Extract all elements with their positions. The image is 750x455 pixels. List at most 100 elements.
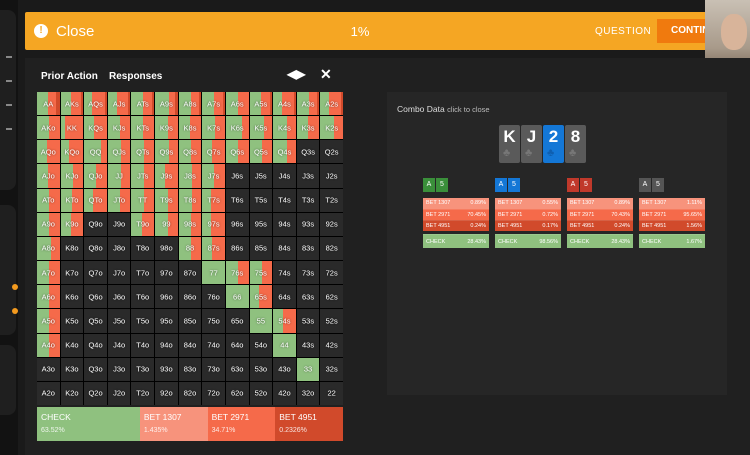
hand-cell[interactable]: 92s <box>320 212 343 236</box>
hand-cell[interactable]: Q2o <box>84 381 107 405</box>
hand-cell[interactable]: T9s <box>155 188 178 212</box>
hand-cell[interactable]: A9o <box>37 212 60 236</box>
hand-cell[interactable]: 98o <box>155 236 178 261</box>
hand-cell[interactable]: 62s <box>320 285 343 309</box>
hand-cell[interactable]: Q3s <box>296 140 320 164</box>
hand-cell[interactable]: 52s <box>320 309 343 333</box>
hand-cell[interactable]: T3o <box>131 357 155 381</box>
legend-item[interactable]: BET 2971 34.71% <box>207 407 276 441</box>
hand-cell[interactable]: A4o <box>37 333 60 357</box>
hand-cell[interactable]: KJs <box>107 116 131 140</box>
hand-cell[interactable]: Q4o <box>84 333 107 357</box>
hand-cell[interactable]: J8s <box>178 164 202 188</box>
rail-bottom-block[interactable] <box>0 345 16 415</box>
hand-cell[interactable]: K2o <box>60 381 84 405</box>
hand-cell[interactable]: K6s <box>225 116 249 140</box>
hand-cell[interactable]: Q4s <box>273 140 296 164</box>
hand-cell[interactable]: 22 <box>320 381 343 405</box>
hand-cell[interactable]: K7o <box>60 261 84 285</box>
hand-cell[interactable]: KJo <box>60 164 84 188</box>
hand-cell[interactable]: J7s <box>202 164 225 188</box>
hand-cell[interactable]: A2o <box>37 381 60 405</box>
hand-cell[interactable]: K7s <box>202 116 225 140</box>
hand-cell[interactable]: 74s <box>273 261 296 285</box>
hand-cell[interactable]: JTs <box>131 164 155 188</box>
hand-cell[interactable]: AKs <box>60 92 84 116</box>
hand-cell[interactable]: AQo <box>37 140 60 164</box>
combo-box[interactable]: A 5 BET 1307 0.89% BET 2971 70.43% BET 4951 0.2… <box>567 178 633 248</box>
hand-cell[interactable]: T5o <box>131 309 155 333</box>
hand-cell[interactable]: T7o <box>131 261 155 285</box>
hand-cell[interactable]: QJs <box>107 140 131 164</box>
hand-cell[interactable]: T6o <box>131 285 155 309</box>
hand-cell[interactable]: K6o <box>60 285 84 309</box>
hand-cell[interactable]: Q8o <box>84 236 107 261</box>
hand-cell[interactable]: T4s <box>273 188 296 212</box>
hand-cell[interactable]: 74o <box>202 333 225 357</box>
hand-cell[interactable]: 84o <box>178 333 202 357</box>
hand-cell[interactable]: 98s <box>178 212 202 236</box>
hand-cell[interactable]: JTo <box>107 188 131 212</box>
hand-cell[interactable]: T8s <box>178 188 202 212</box>
hand-cell[interactable]: T9o <box>131 212 155 236</box>
hand-cell[interactable]: A5o <box>37 309 60 333</box>
hand-cell[interactable]: 85o <box>178 309 202 333</box>
combo-box[interactable]: A 5 BET 1307 0.89% BET 2971 70.45% BET 4951 0.2… <box>423 178 489 248</box>
hand-cell[interactable]: 94o <box>155 333 178 357</box>
hand-cell[interactable]: K5s <box>249 116 273 140</box>
hand-cell[interactable]: J3o <box>107 357 131 381</box>
hand-cell[interactable]: KTo <box>60 188 84 212</box>
hand-cell[interactable]: 82s <box>320 236 343 261</box>
hand-cell[interactable]: K4s <box>273 116 296 140</box>
hand-cell[interactable]: 77 <box>202 261 225 285</box>
hand-cell[interactable]: Q5o <box>84 309 107 333</box>
legend-item[interactable]: BET 4951 0.2326% <box>275 407 343 441</box>
hand-cell[interactable]: J4s <box>273 164 296 188</box>
hand-cell[interactable]: Q9s <box>155 140 178 164</box>
hand-cell[interactable]: T4o <box>131 333 155 357</box>
hand-cell[interactable]: J2o <box>107 381 131 405</box>
hand-cell[interactable]: 83o <box>178 357 202 381</box>
rail-menu-block[interactable] <box>0 10 16 190</box>
legend-item[interactable]: BET 1307 1.435% <box>139 407 208 441</box>
hand-cell[interactable]: A8s <box>178 92 202 116</box>
hand-cell[interactable]: A4s <box>273 92 296 116</box>
question-button[interactable]: QUESTION <box>595 26 651 37</box>
hand-cell[interactable]: T7s <box>202 188 225 212</box>
swap-icon[interactable]: ◀▶ <box>287 67 305 81</box>
hand-cell[interactable]: 75s <box>249 261 273 285</box>
combo-data-panel[interactable]: Combo Data click to close K ♣ J ♣ 2 ♣ 8 ♣ A 5 BET… <box>387 92 727 395</box>
hand-cell[interactable]: Q6s <box>225 140 249 164</box>
legend-item[interactable]: CHECK 63.52% <box>37 407 140 441</box>
hand-cell[interactable]: 32o <box>296 381 320 405</box>
hand-cell[interactable]: 52o <box>249 381 273 405</box>
hand-cell[interactable]: J6s <box>225 164 249 188</box>
hand-cell[interactable]: J6o <box>107 285 131 309</box>
hand-cell[interactable]: T8o <box>131 236 155 261</box>
hand-cell[interactable]: KTs <box>131 116 155 140</box>
rail-options-block[interactable] <box>0 205 16 335</box>
combo-close-hint[interactable]: click to close <box>447 105 490 114</box>
prior-action-tab[interactable]: Prior Action <box>41 71 98 82</box>
hand-cell[interactable]: T2s <box>320 188 343 212</box>
hand-cell[interactable]: Q9o <box>84 212 107 236</box>
hand-cell[interactable]: 87s <box>202 236 225 261</box>
hand-cell[interactable]: 85s <box>249 236 273 261</box>
hand-cell[interactable]: 99 <box>155 212 178 236</box>
hand-cell[interactable]: K4o <box>60 333 84 357</box>
hand-cell[interactable]: 65s <box>249 285 273 309</box>
hand-cell[interactable]: K5o <box>60 309 84 333</box>
hand-cell[interactable]: Q7o <box>84 261 107 285</box>
hand-cell[interactable]: 75o <box>202 309 225 333</box>
hand-cell[interactable]: 42s <box>320 333 343 357</box>
hand-cell[interactable]: 63o <box>225 357 249 381</box>
hand-cell[interactable]: Q8s <box>178 140 202 164</box>
hand-cell[interactable]: 54s <box>273 309 296 333</box>
hand-cell[interactable]: 92o <box>155 381 178 405</box>
hand-cell[interactable]: 95s <box>249 212 273 236</box>
hand-cell[interactable]: TT <box>131 188 155 212</box>
hand-cell[interactable]: J9s <box>155 164 178 188</box>
hand-cell[interactable]: J9o <box>107 212 131 236</box>
hand-cell[interactable]: QJo <box>84 164 107 188</box>
hand-cell[interactable]: 86s <box>225 236 249 261</box>
